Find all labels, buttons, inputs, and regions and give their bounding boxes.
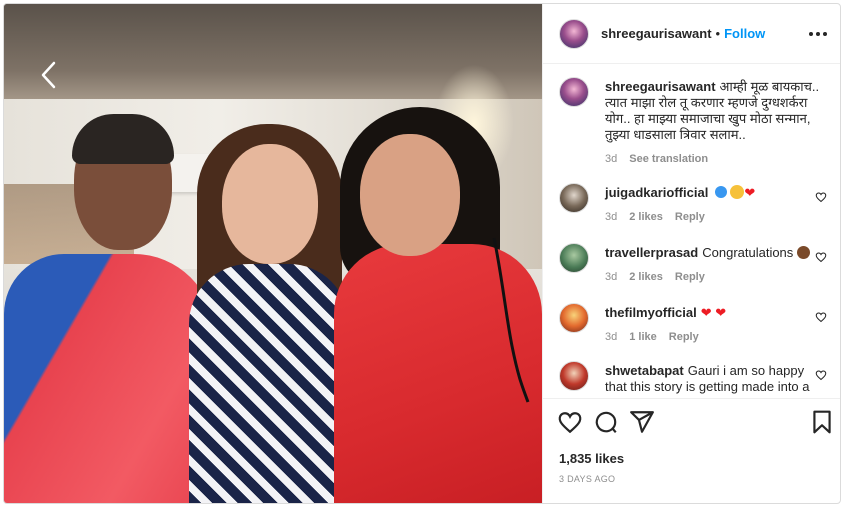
person-left-body — [4, 254, 214, 503]
more-horizontal-icon[interactable] — [809, 26, 829, 42]
person-right-head — [360, 134, 460, 256]
heart-outline-icon[interactable] — [815, 191, 827, 203]
post-timestamp[interactable]: 3 DAYS AGO — [559, 474, 615, 484]
comment-icon[interactable] — [593, 409, 619, 435]
comment-likes[interactable]: 2 likes — [629, 269, 663, 285]
follow-button[interactable]: Follow — [724, 26, 765, 41]
red-heart-emoji-icon: ❤ — [744, 185, 756, 200]
comment-username[interactable]: travellerprasad — [605, 245, 698, 260]
post-sidebar: shreegaurisawant • Follow shreegaurisawa… — [542, 4, 840, 503]
comment-time[interactable]: 3d — [605, 329, 617, 345]
comments-list[interactable]: shreegaurisawant आम्ही मूळ बायकाच.. त्यात… — [543, 65, 840, 398]
post-modal: shreegaurisawant • Follow shreegaurisawa… — [3, 3, 841, 504]
post-actions: 1,835 likes 3 DAYS AGO — [543, 398, 840, 503]
author-username[interactable]: shreegaurisawant — [601, 26, 712, 41]
photo-scribble — [492, 237, 530, 403]
emoji-icon — [796, 246, 810, 259]
reply-button[interactable]: Reply — [675, 269, 705, 285]
heart-outline-icon[interactable] — [815, 311, 827, 323]
reply-button[interactable]: Reply — [669, 329, 699, 345]
commenter-avatar[interactable] — [559, 303, 589, 333]
bookmark-icon[interactable] — [809, 409, 835, 435]
share-icon[interactable] — [629, 409, 655, 435]
caption-avatar[interactable] — [559, 77, 589, 107]
heart-outline-icon[interactable] — [815, 369, 827, 381]
heart-icon[interactable] — [557, 409, 583, 435]
chevron-left-icon[interactable] — [36, 59, 64, 91]
caption-time[interactable]: 3d — [605, 151, 617, 167]
comment-username[interactable]: shwetabapat — [605, 363, 684, 378]
caption-username[interactable]: shreegaurisawant — [605, 79, 716, 94]
commenter-avatar[interactable] — [559, 361, 589, 391]
comment-likes[interactable]: 1 like — [629, 329, 657, 345]
see-translation-link[interactable]: See translation — [629, 151, 708, 167]
header-separator: • — [715, 26, 721, 41]
comment-username[interactable]: thefilmyofficial — [605, 305, 697, 320]
comment-time[interactable]: 3d — [605, 209, 617, 225]
verified-badge-icon — [715, 186, 728, 198]
post-header: shreegaurisawant • Follow — [543, 4, 840, 64]
person-middle-head — [222, 144, 318, 264]
comment-username[interactable]: juigadkariofficial — [605, 185, 708, 200]
comment-time[interactable]: 3d — [605, 269, 617, 285]
post-photo — [4, 4, 542, 503]
red-heart-emoji-icon: ❤ — [715, 305, 727, 320]
red-heart-emoji-icon: ❤ — [700, 305, 712, 320]
commenter-avatar[interactable] — [559, 183, 589, 213]
heart-outline-icon[interactable] — [815, 251, 827, 263]
commenter-avatar[interactable] — [559, 243, 589, 273]
clap-emoji-icon — [730, 185, 745, 199]
person-middle-body — [189, 264, 349, 503]
reply-button[interactable]: Reply — [675, 209, 705, 225]
comment-text: Congratulations — [702, 245, 794, 260]
author-avatar[interactable] — [559, 18, 589, 49]
likes-count[interactable]: 1,835 likes — [559, 451, 624, 466]
comment-likes[interactable]: 2 likes — [629, 209, 663, 225]
